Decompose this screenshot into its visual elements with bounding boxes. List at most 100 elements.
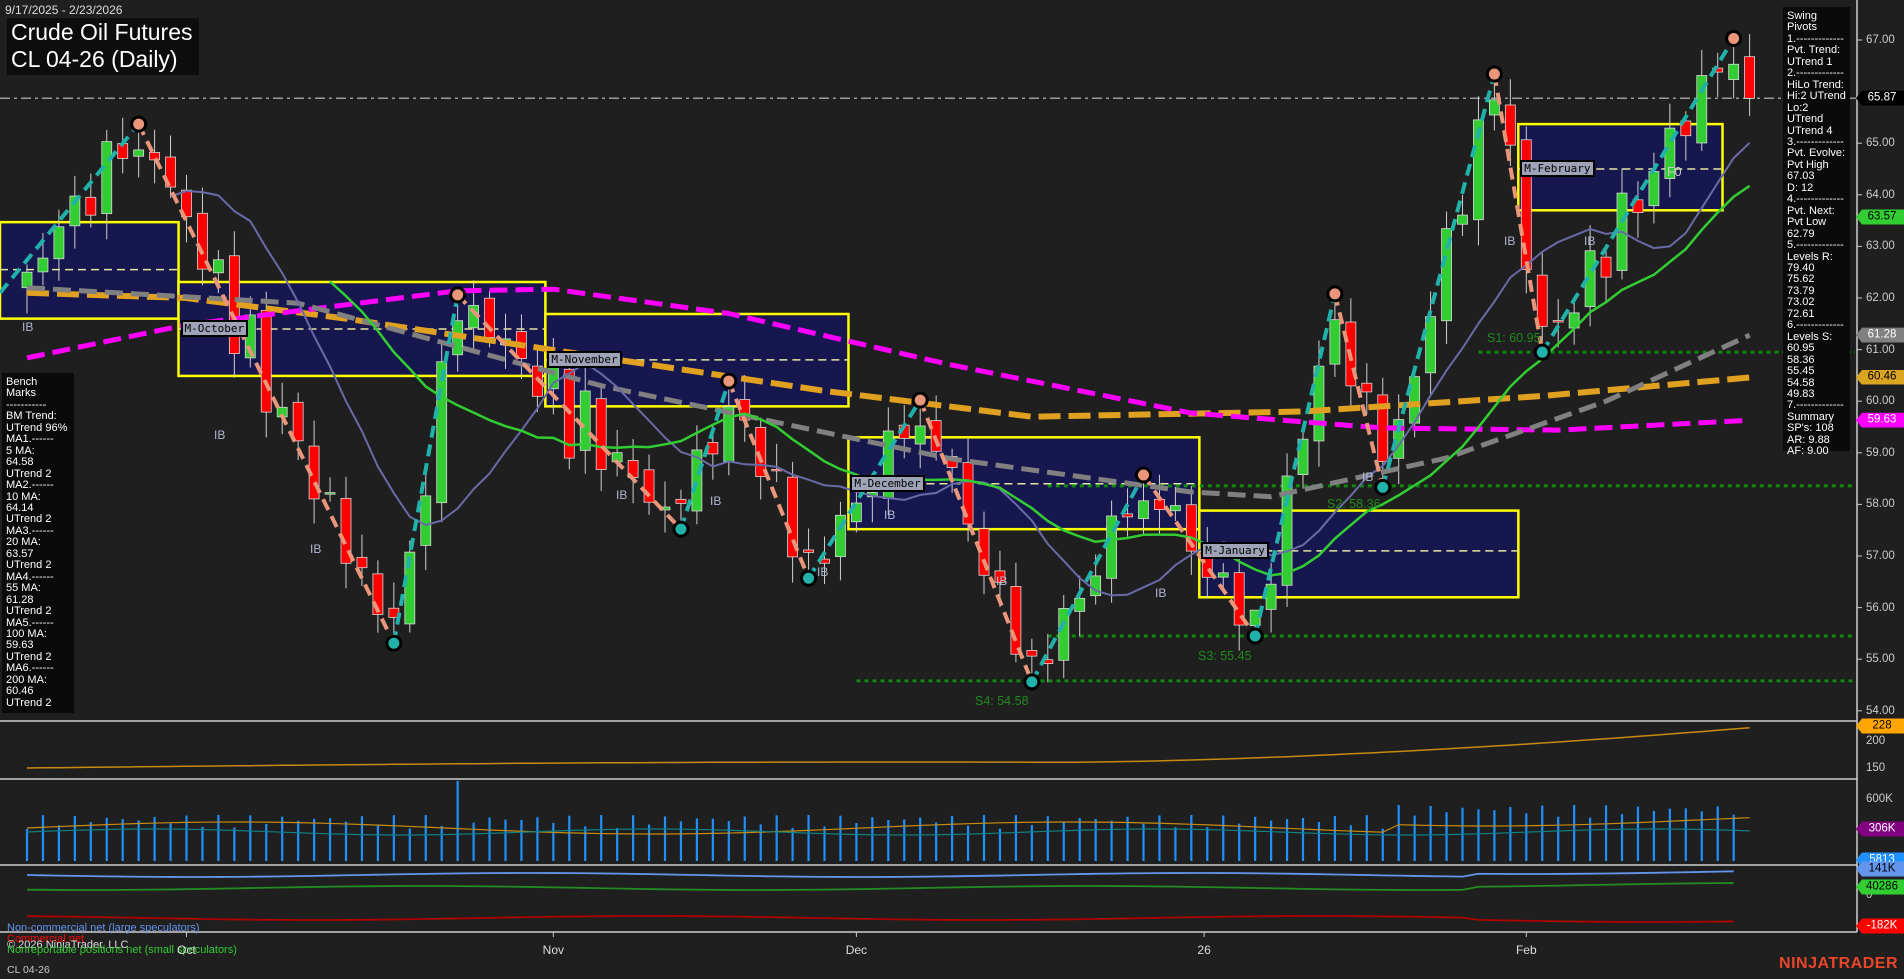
x-axis-label: Oct [177, 943, 196, 957]
candle [595, 398, 607, 470]
price-tag-63.57: 63.57 [1856, 209, 1904, 225]
candle [1361, 382, 1373, 393]
candle [37, 257, 49, 273]
candle [1648, 171, 1660, 207]
price-tag-61.28: 61.28 [1856, 327, 1904, 343]
candle [1058, 608, 1070, 661]
ib-label: IB [1155, 586, 1167, 600]
price-tick-label: 56.00 [1866, 601, 1895, 614]
cot-tag: 141K [1856, 861, 1904, 877]
ib-label: IB [214, 428, 226, 442]
ninjatrader-logo: NINJATRADER [1779, 955, 1898, 972]
monthly-label-feb: M-February [1520, 160, 1595, 177]
candle [436, 361, 448, 504]
p2-tick: 150 [1866, 762, 1886, 774]
swing-pivots-panel: Swing Pivots 1.------------- Pvt. Trend: UT… [1783, 7, 1850, 457]
swing-pivot-high-marker [449, 286, 467, 304]
x-axis-label: Nov [542, 943, 565, 957]
price-tick-label: 58.00 [1866, 498, 1895, 511]
swing-pivots-line: 4.------------- [1787, 193, 1844, 206]
swing-pivot-high-marker [1725, 29, 1743, 47]
swing-pivot-low-marker [672, 520, 690, 538]
ib-label: IB [310, 542, 322, 556]
candle [1010, 586, 1022, 655]
candle [420, 495, 432, 546]
swing-pivot-high-marker [911, 391, 929, 409]
candle [723, 406, 735, 462]
price-tick-label: 60.00 [1866, 395, 1895, 408]
swing-pivots-line: AF: 9.00 [1787, 445, 1829, 458]
date-range: 9/17/2025 - 2/23/2026 [5, 3, 123, 17]
bench-marks-line: UTrend 2 [6, 696, 52, 709]
ib-label: IB [817, 565, 829, 579]
candle [1457, 214, 1468, 225]
nonreportable-net-line [26, 882, 1734, 891]
candle [1744, 56, 1755, 99]
swing-pivots-line: Swing Pivots [1787, 10, 1817, 34]
support-label-s2: S2: 58.36 [1327, 497, 1381, 511]
swing-pivot-low-marker [800, 569, 818, 587]
bench-marks-line: MA2.------ [6, 479, 54, 492]
candle [579, 390, 591, 451]
candle [292, 401, 304, 442]
support-label-s1: S1: 60.95 [1487, 331, 1541, 345]
x-axis-label: Dec [845, 943, 868, 957]
bench-marks-panel: Bench Marks ----------- BM Trend: UTrend 96… [2, 373, 74, 713]
price-chart[interactable] [0, 0, 1904, 979]
chart-subtitle: CL 04-26 (Daily) [11, 46, 178, 72]
swing-pivots-line: 55.45 [1787, 365, 1815, 378]
candle [53, 226, 65, 260]
swing-pivot-high-marker [1485, 65, 1503, 83]
instrument-label: CL 04-26 [7, 964, 50, 976]
swing-pivots-line: Lo:2 UTrend [1787, 101, 1824, 126]
candle [803, 549, 814, 553]
candle [643, 469, 655, 503]
price-tick-label: 61.00 [1866, 343, 1895, 356]
price-tick-label: 59.00 [1866, 446, 1895, 459]
ib-label: IB [996, 574, 1008, 588]
candle [212, 259, 224, 274]
candle [260, 310, 272, 413]
candle [675, 498, 687, 504]
monthly-label-jan: M-January [1201, 541, 1269, 559]
price-tick-label: 67.00 [1866, 34, 1895, 46]
candle [914, 425, 926, 445]
p2-tick: 200 [1866, 735, 1886, 747]
candle [1536, 274, 1548, 327]
candle [707, 441, 719, 455]
p2-tag: 228 [1856, 718, 1904, 734]
candle [356, 556, 368, 569]
bench-marks-line: 64.58 [6, 456, 34, 469]
ib-label: IB [616, 488, 628, 502]
candle [1728, 63, 1740, 80]
candle [1600, 256, 1612, 278]
legend-nonreportable: Nonreportable positions net (small specu… [7, 944, 237, 956]
candle [1217, 572, 1229, 578]
support-label-s3: S3: 55.45 [1198, 649, 1252, 663]
swing-pivot-low-marker [1374, 478, 1392, 496]
bench-marks-line: UTrend 2 [6, 559, 52, 572]
zigzag-down-leg [136, 123, 396, 645]
candle [324, 492, 336, 495]
price-tag-65.87: 65.87 [1856, 90, 1904, 106]
f0-label: F0 [1667, 165, 1682, 179]
zigzag-down-leg [1492, 73, 1545, 353]
swing-pivot-high-marker [720, 372, 738, 390]
ib-label: IB [710, 494, 722, 508]
candle [1074, 597, 1086, 612]
candle [85, 196, 97, 216]
swing-pivot-low-marker [385, 634, 403, 652]
commercial-net-line [26, 915, 1734, 923]
price-tick-label: 63.00 [1866, 240, 1895, 253]
x-axis-label: 26 [1197, 943, 1211, 957]
swing-pivots-line: Pvt Low [1787, 216, 1827, 229]
swing-pivots-line: 6.------------- [1787, 319, 1844, 332]
monthly-label-oct: M-October [180, 319, 249, 337]
bench-marks-line: MA1.------ [6, 433, 54, 446]
indicator-line [26, 727, 1750, 769]
zigzag-up-leg [1380, 73, 1497, 488]
swing-pivots-line: 60.95 [1787, 342, 1815, 355]
swing-pivots-line: 2.------------- [1787, 67, 1844, 80]
bench-marks-line: Bench Marks [6, 376, 38, 400]
bench-marks-line: 60.46 [6, 685, 34, 698]
